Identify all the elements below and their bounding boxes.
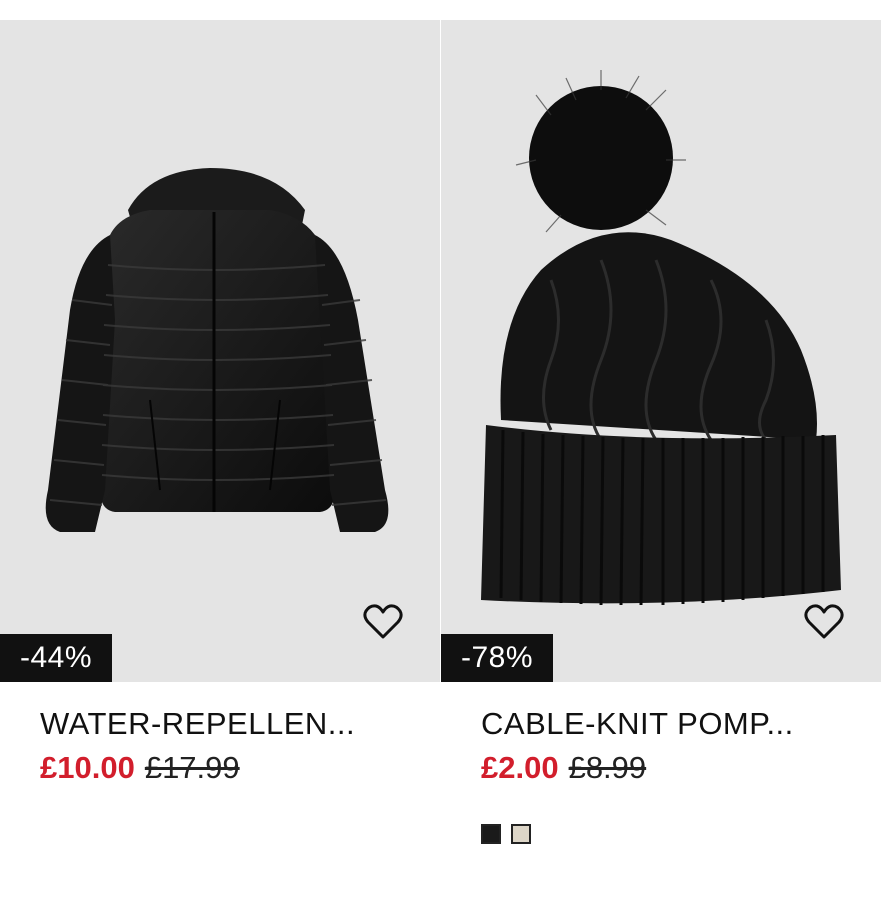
product-grid: -44% WATER-REPELLEN... £10.00 £17.99 -78… bbox=[0, 20, 881, 900]
product-title[interactable]: WATER-REPELLEN... bbox=[40, 706, 440, 742]
product-card-jacket[interactable]: -44% WATER-REPELLEN... £10.00 £17.99 bbox=[0, 20, 440, 792]
sale-price: £2.00 bbox=[481, 750, 559, 785]
product-image-jacket[interactable]: -44% bbox=[0, 20, 440, 682]
color-swatch-black[interactable] bbox=[481, 824, 501, 844]
favourite-heart-icon[interactable] bbox=[362, 602, 404, 642]
product-info: CABLE-KNIT POMP... £2.00 £8.99 bbox=[441, 682, 881, 844]
favourite-heart-icon[interactable] bbox=[803, 602, 845, 642]
color-swatches bbox=[481, 824, 881, 844]
price-row: £10.00 £17.99 bbox=[40, 750, 440, 792]
original-price: £8.99 bbox=[568, 750, 647, 785]
discount-badge: -78% bbox=[441, 634, 554, 682]
product-title[interactable]: CABLE-KNIT POMP... bbox=[481, 706, 881, 742]
jacket-image bbox=[45, 168, 389, 532]
beanie-image bbox=[481, 70, 841, 606]
color-swatch-beige[interactable] bbox=[511, 824, 531, 844]
discount-badge: -44% bbox=[0, 634, 113, 682]
product-card-beanie[interactable]: -78% CABLE-KNIT POMP... £2.00 £8.99 bbox=[441, 20, 881, 844]
product-image-beanie[interactable]: -78% bbox=[441, 20, 881, 682]
product-info: WATER-REPELLEN... £10.00 £17.99 bbox=[0, 682, 440, 792]
price-row: £2.00 £8.99 bbox=[481, 750, 881, 792]
sale-price: £10.00 bbox=[40, 750, 135, 785]
original-price: £17.99 bbox=[144, 750, 240, 785]
